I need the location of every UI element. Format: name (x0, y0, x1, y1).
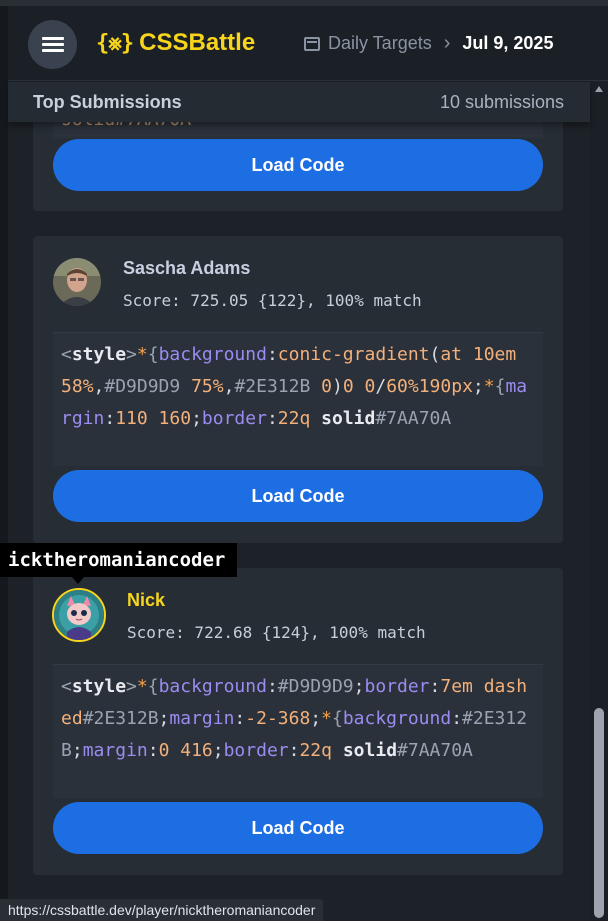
submission-card: solid#7AA70A Load Code (33, 122, 563, 211)
breadcrumb: Daily Targets › Jul 9, 2025 (304, 32, 553, 55)
scroll-up-icon[interactable] (595, 86, 603, 92)
submission-card: Sascha Adams Score: 725.05 {122}, 100% m… (33, 236, 563, 543)
scroll-thumb[interactable] (594, 708, 604, 918)
score-text: Score: 725.05 {122}, 100% match (123, 291, 422, 310)
code-snippet: solid#7AA70A (53, 122, 543, 138)
player-name[interactable]: Nick (127, 590, 165, 611)
code-snippet: <style>*{background:#D9D9D9;border:7em d… (53, 664, 543, 798)
calendar-icon (304, 36, 320, 51)
menu-button[interactable] (28, 20, 77, 69)
submission-count: 10 submissions (439, 91, 564, 112)
hamburger-icon (41, 34, 64, 55)
avatar[interactable] (53, 258, 101, 306)
logo-text: CSSBattle (139, 29, 256, 56)
logo[interactable]: {⨳} CSSBattle (96, 29, 255, 57)
breadcrumb-current-date: Jul 9, 2025 (462, 33, 554, 53)
chevron-right-icon: › (443, 32, 451, 54)
load-code-button[interactable]: Load Code (53, 470, 543, 522)
left-edge (0, 6, 8, 921)
link-status-bar: https://cssbattle.dev/player/nicktheroma… (0, 899, 324, 921)
tooltip-arrow (72, 577, 84, 584)
load-code-button[interactable]: Load Code (53, 802, 543, 854)
load-code-button[interactable]: Load Code (53, 139, 543, 191)
app-header: {⨳} CSSBattle Daily Targets › Jul 9, 202… (8, 6, 608, 81)
panel-title: Top Submissions (33, 91, 182, 112)
score-text: Score: 722.68 {124}, 100% match (127, 623, 426, 642)
submissions-panel-header: Top Submissions 10 submissions (8, 82, 590, 122)
logo-mark-icon: {⨳} (96, 30, 134, 56)
code-line: solid#7AA70A (61, 122, 191, 130)
scrollbar[interactable] (590, 82, 608, 921)
submission-card: Nick Score: 722.68 {124}, 100% match <st… (33, 568, 563, 875)
player-tooltip: icktheromaniancoder (0, 543, 238, 577)
avatar[interactable] (52, 588, 106, 642)
code-snippet: <style>*{background:conic-gradient(at 10… (53, 332, 543, 466)
breadcrumb-daily-targets[interactable]: Daily Targets (328, 33, 432, 54)
player-name[interactable]: Sascha Adams (123, 258, 250, 279)
submissions-list[interactable]: solid#7AA70A Load Code Sascha Adams Scor… (8, 122, 590, 921)
